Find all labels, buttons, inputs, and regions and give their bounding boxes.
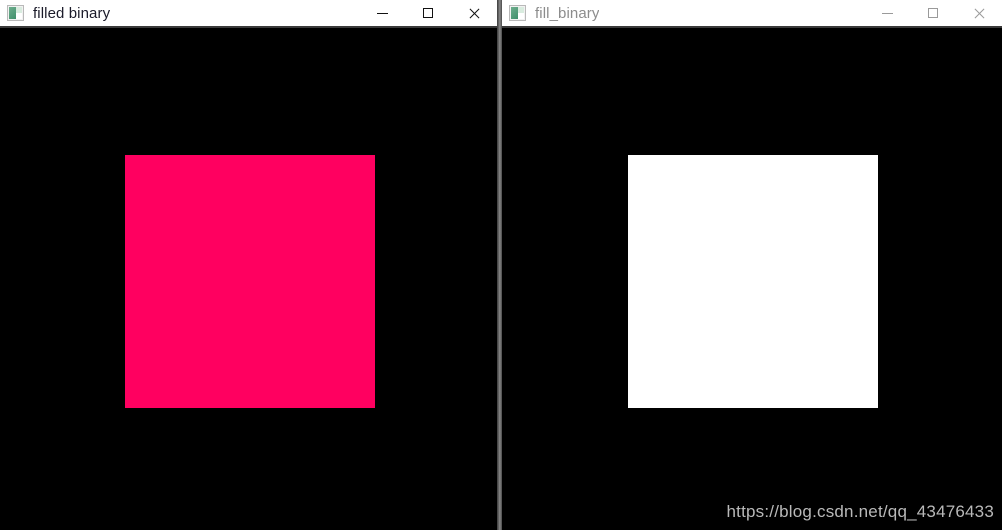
window-controls [864, 0, 1002, 26]
filled-square-white [628, 155, 878, 408]
window-fill-binary[interactable]: fill_binary https://blog.csdn.net/qq_434… [502, 0, 1002, 530]
desktop: filled binary fill_binary https://blog.c… [0, 0, 1002, 530]
image-thumbnail-icon [509, 5, 526, 21]
image-canvas-fill-binary: https://blog.csdn.net/qq_43476433 [502, 28, 1002, 528]
titlebar[interactable]: filled binary [0, 0, 497, 28]
window-filled-binary[interactable]: filled binary [0, 0, 497, 530]
titlebar[interactable]: fill_binary [502, 0, 1002, 28]
minimize-button[interactable] [359, 0, 405, 26]
close-button[interactable] [956, 0, 1002, 26]
window-controls [359, 0, 497, 26]
minimize-button[interactable] [864, 0, 910, 26]
minimize-icon [881, 12, 893, 14]
image-canvas-filled-binary [0, 28, 497, 528]
watermark-url: https://blog.csdn.net/qq_43476433 [726, 502, 994, 521]
close-icon [468, 7, 481, 20]
maximize-icon [928, 8, 938, 18]
window-title: filled binary [33, 4, 111, 22]
close-icon [973, 7, 986, 20]
minimize-icon [376, 12, 388, 14]
maximize-button[interactable] [910, 0, 956, 26]
maximize-icon [423, 8, 433, 18]
window-title: fill_binary [535, 4, 600, 22]
filled-square-pink [125, 155, 375, 408]
maximize-button[interactable] [405, 0, 451, 26]
close-button[interactable] [451, 0, 497, 26]
image-thumbnail-icon [7, 5, 24, 21]
